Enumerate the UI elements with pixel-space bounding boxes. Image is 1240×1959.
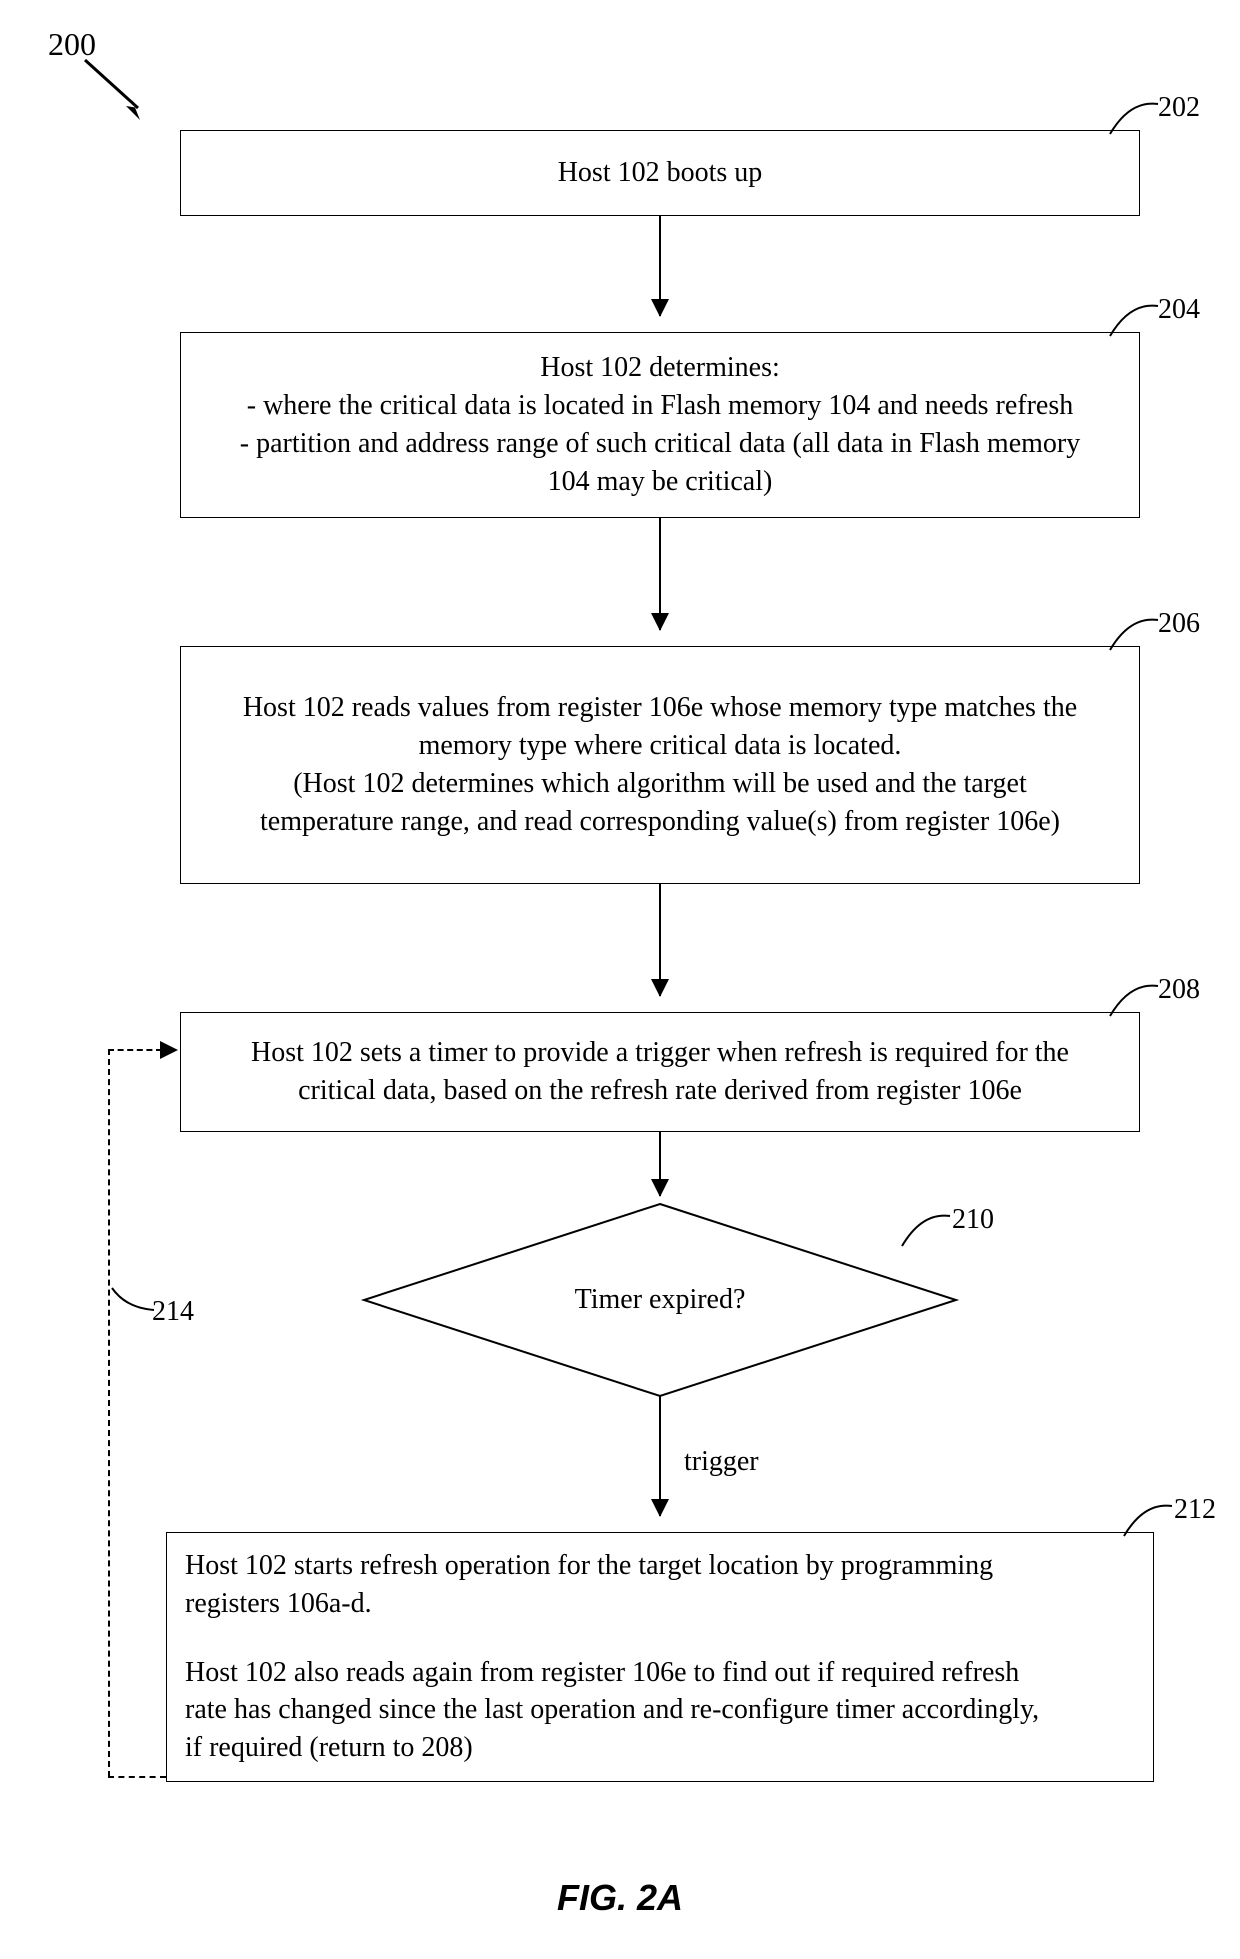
step-202-number: 202 [1158, 92, 1200, 124]
arrow-208-to-210 [659, 1132, 661, 1196]
spacer [185, 1623, 1135, 1654]
arrow-202-to-204 [659, 216, 661, 316]
leadin-arrow-icon [80, 58, 170, 134]
step-206-number: 206 [1158, 608, 1200, 640]
step-212-box: Host 102 starts refresh operation for th… [166, 1532, 1154, 1782]
step-206-line4: temperature range, and read correspondin… [260, 803, 1060, 841]
arrow-210-to-212 [659, 1396, 661, 1516]
dash-return-h-top [108, 1049, 162, 1051]
step-206-line1: Host 102 reads values from register 106e… [243, 689, 1077, 727]
step-212-line4: rate has changed since the last operatio… [185, 1691, 1135, 1729]
step-210-number: 210 [952, 1204, 994, 1236]
step-212-line5: if required (return to 208) [185, 1729, 1135, 1767]
callout-curve-icon [900, 1210, 960, 1250]
step-206-line2: memory type where critical data is locat… [419, 727, 902, 765]
dash-return-h-bottom [108, 1776, 166, 1778]
dash-return-v [108, 1049, 110, 1777]
callout-curve-icon [1122, 1500, 1182, 1540]
step-202-text: Host 102 boots up [558, 154, 763, 192]
step-208-box: Host 102 sets a timer to provide a trigg… [180, 1012, 1140, 1132]
step-204-line3: - partition and address range of such cr… [240, 425, 1081, 463]
edge-trigger-label: trigger [684, 1446, 759, 1478]
step-204-line1: Host 102 determines: [540, 349, 780, 387]
step-208-line2: critical data, based on the refresh rate… [298, 1072, 1022, 1110]
step-208-line1: Host 102 sets a timer to provide a trigg… [251, 1034, 1069, 1072]
figure-title: FIG. 2A [557, 1877, 683, 1919]
step-204-box: Host 102 determines: - where the critica… [180, 332, 1140, 518]
arrow-204-to-206 [659, 518, 661, 630]
step-206-line3: (Host 102 determines which algorithm wil… [293, 765, 1027, 803]
step-208-number: 208 [1158, 974, 1200, 1006]
step-204-number: 204 [1158, 294, 1200, 326]
dash-return-arrowhead-icon [160, 1041, 178, 1059]
step-204-line2: - where the critical data is located in … [247, 387, 1073, 425]
step-214-number: 214 [152, 1296, 194, 1328]
step-210-diamond: Timer expired? [360, 1200, 960, 1400]
step-210-text: Timer expired? [575, 1284, 746, 1316]
step-202-box: Host 102 boots up [180, 130, 1140, 216]
step-212-number: 212 [1174, 1494, 1216, 1526]
step-212-line1: Host 102 starts refresh operation for th… [185, 1547, 1135, 1585]
step-204-line4: 104 may be critical) [548, 463, 773, 501]
step-212-line3: Host 102 also reads again from register … [185, 1654, 1135, 1692]
step-206-box: Host 102 reads values from register 106e… [180, 646, 1140, 884]
step-212-line2: registers 106a-d. [185, 1585, 1135, 1623]
arrow-206-to-208 [659, 884, 661, 996]
